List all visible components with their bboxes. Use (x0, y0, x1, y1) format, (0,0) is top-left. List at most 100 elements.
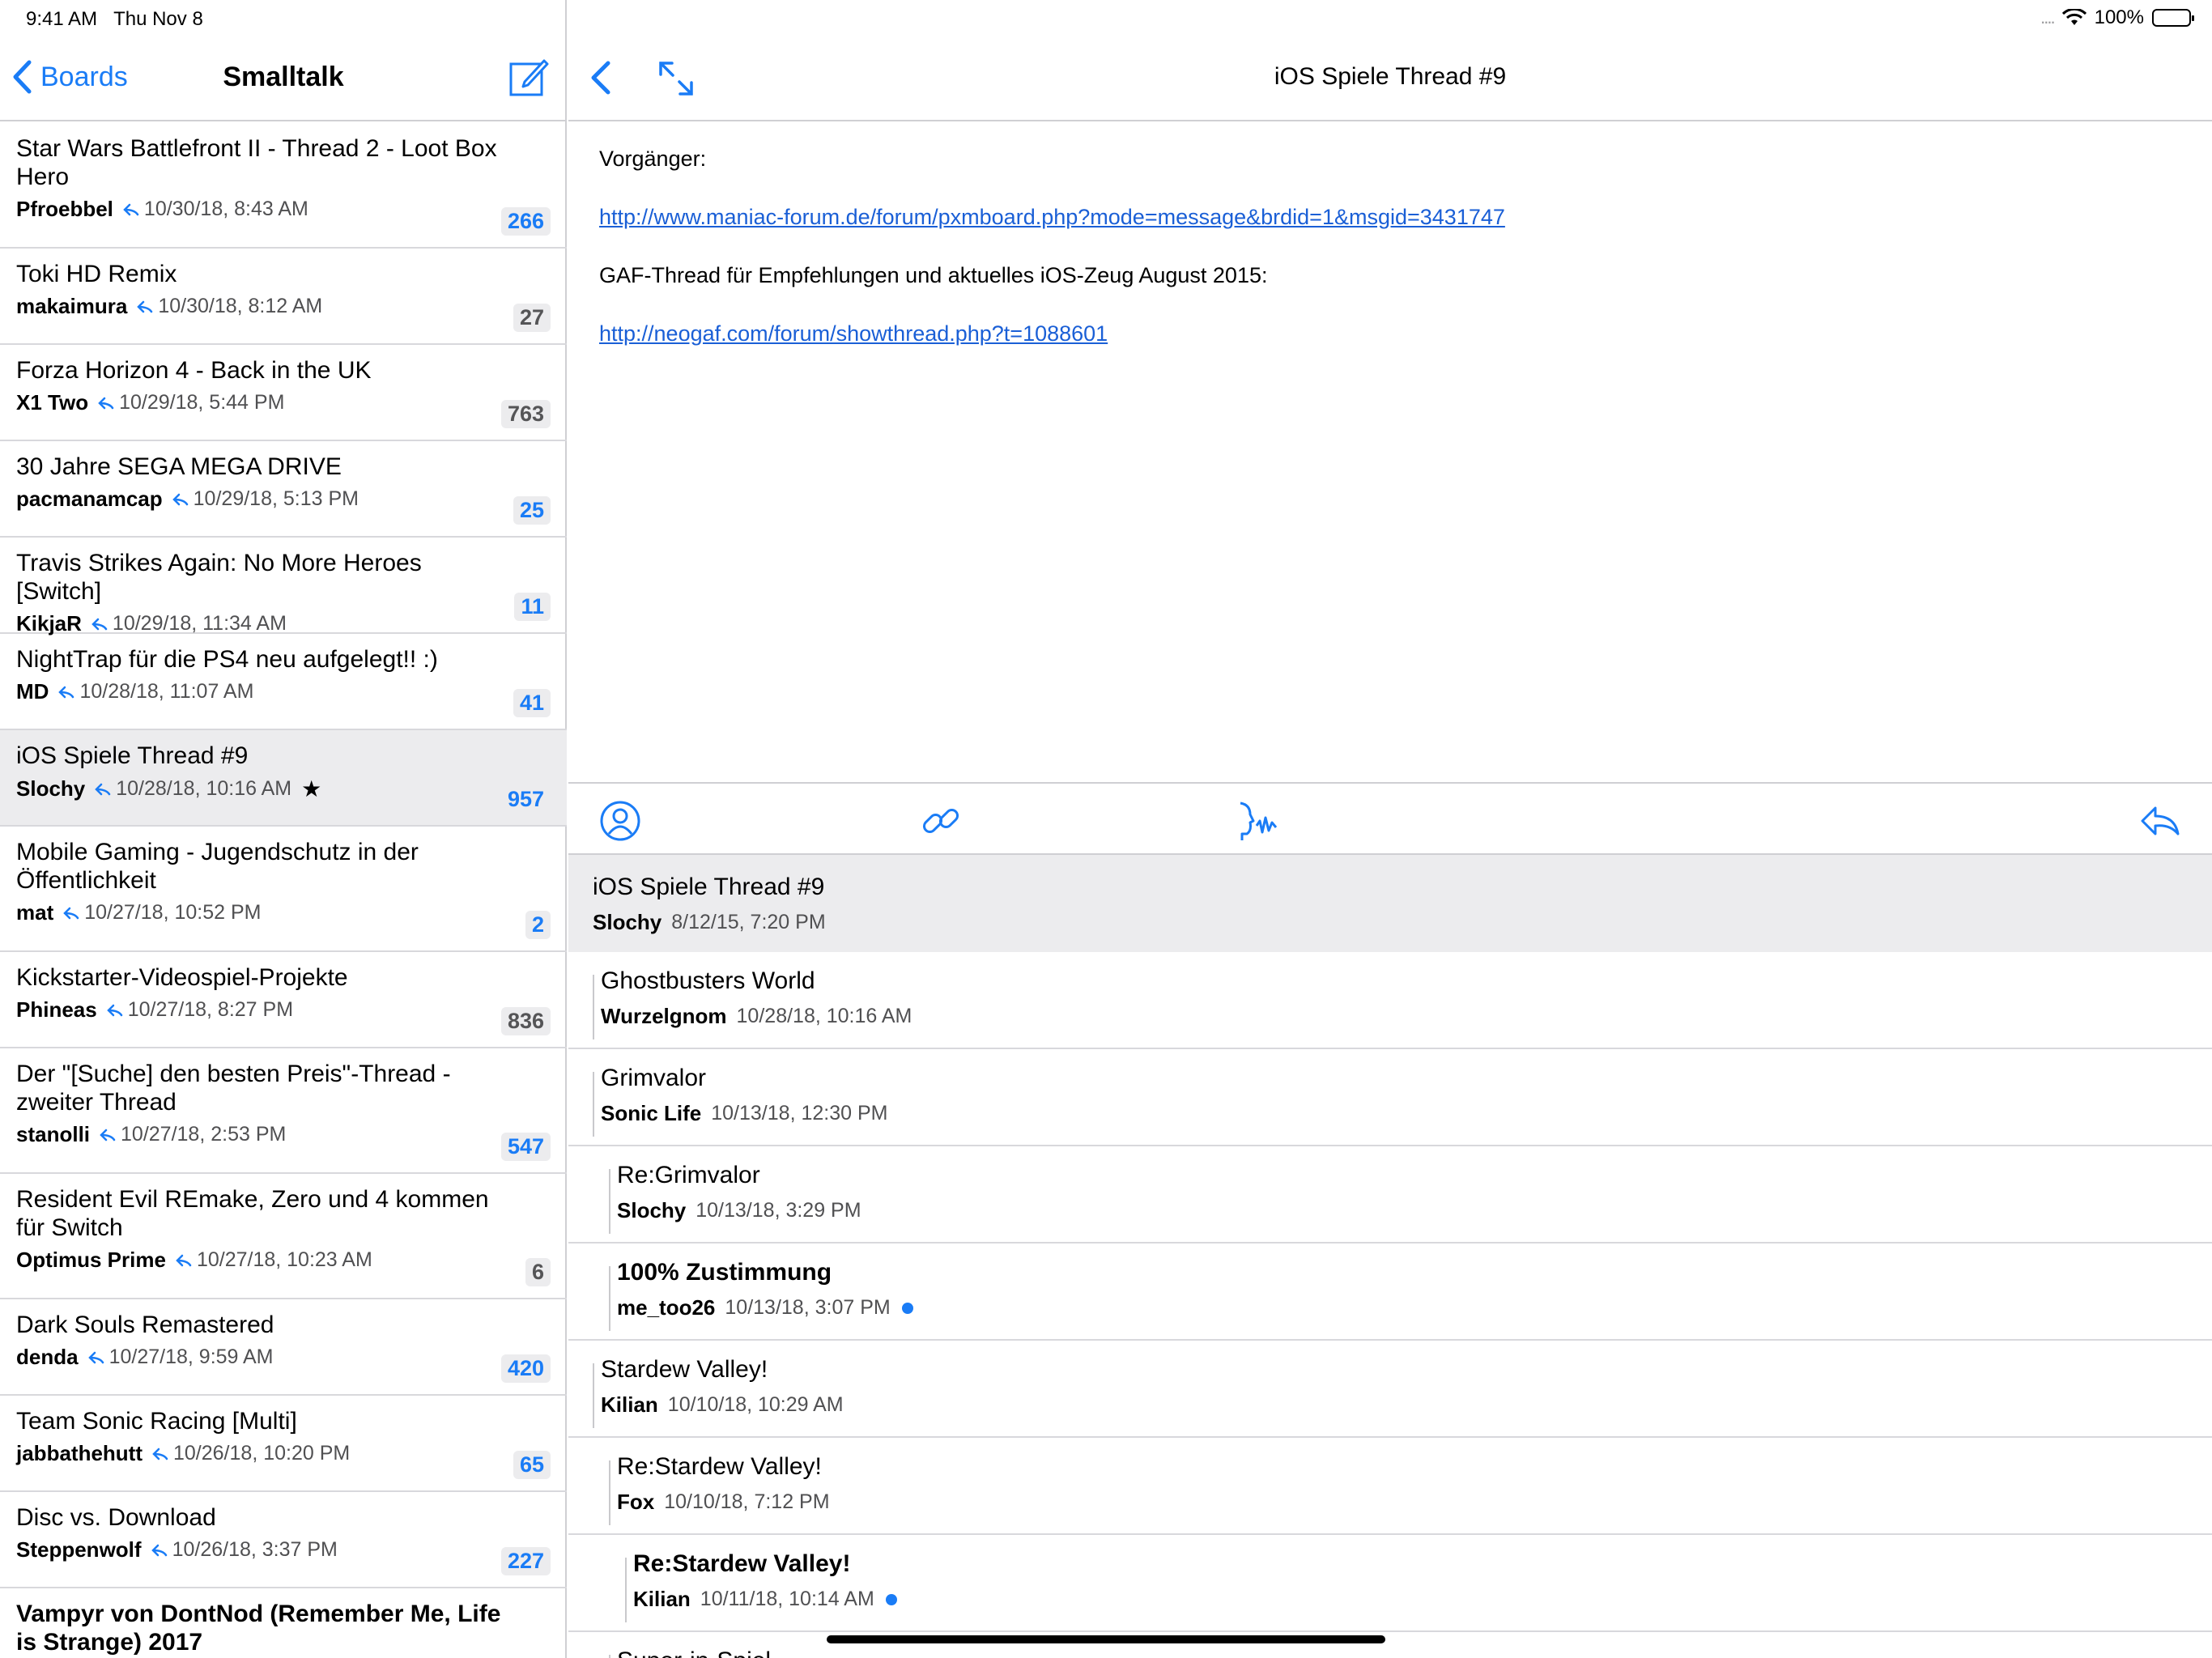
thread-meta: Optimus Prime 10/27/18, 10:23 AM (16, 1248, 551, 1273)
compose-icon[interactable] (508, 57, 549, 97)
thread-indent-line (609, 1169, 610, 1234)
thread-author: X1 Two (16, 390, 89, 414)
reply-author: Sonic Life (601, 1101, 702, 1125)
thread-meta: jabbathehutt 10/26/18, 10:20 PM (16, 1441, 551, 1466)
thread-sidebar: Boards Smalltalk Star Wars Battlefront I… (0, 0, 567, 1658)
thread-row[interactable]: Team Sonic Racing [Multi] jabbathehutt 1… (0, 1396, 567, 1492)
home-indicator[interactable] (827, 1635, 1385, 1643)
thread-row[interactable]: Dark Souls Remastered denda 10/27/18, 9:… (0, 1299, 567, 1396)
thread-row[interactable]: NightTrap für die PS4 neu aufgelegt!! :)… (0, 634, 567, 730)
message-link[interactable]: http://www.maniac-forum.de/forum/pxmboar… (599, 205, 1505, 229)
reply-arrow-icon (98, 397, 114, 409)
reply-title: Super-in-Spiel (617, 1647, 771, 1658)
thread-title: NightTrap für die PS4 neu aufgelegt!! :) (16, 646, 438, 673)
detail-title: iOS Spiele Thread #9 (1274, 63, 1507, 90)
root-author: Slochy (593, 910, 662, 934)
reply-arrow-icon (58, 686, 74, 698)
reply-icon[interactable] (2138, 798, 2183, 844)
thread-row[interactable]: Toki HD Remix makaimura 10/30/18, 8:12 A… (0, 249, 567, 345)
root-meta: Slochy 8/12/15, 7:20 PM (593, 910, 2212, 935)
thread-indent-line (609, 1655, 610, 1658)
thread-meta: Slochy 10/28/18, 10:16 AM ★ (16, 776, 551, 802)
thread-row[interactable]: Kickstarter-Videospiel-Projekte Phineas … (0, 952, 567, 1048)
thread-row[interactable]: Star Wars Battlefront II - Thread 2 - Lo… (0, 123, 567, 249)
reply-arrow-icon (152, 1448, 168, 1460)
reply-count-badge: 25 (513, 496, 551, 525)
reply-row[interactable]: Re:Stardew Valley! Fox 10/10/18, 7:12 PM (568, 1438, 2212, 1535)
reply-date: 10/13/18, 3:07 PM (725, 1296, 891, 1319)
reply-count-badge: 6 (525, 1258, 551, 1286)
reply-arrow-icon (106, 1004, 122, 1016)
thread-date: 10/26/18, 10:20 PM (173, 1442, 351, 1465)
thread-row[interactable]: 30 Jahre SEGA MEGA DRIVE pacmanamcap 10/… (0, 441, 567, 538)
reply-row[interactable]: Re:Grimvalor Slochy 10/13/18, 3:29 PM (568, 1146, 2212, 1244)
thread-title: Toki HD Remix (16, 261, 177, 287)
thread-root-message[interactable]: iOS Spiele Thread #9 Slochy 8/12/15, 7:2… (568, 855, 2212, 952)
thread-author: mat (16, 900, 54, 925)
thread-meta: mat 10/27/18, 10:52 PM (16, 900, 551, 925)
reply-arrow-icon (176, 1254, 192, 1266)
thread-title: Team Sonic Racing [Multi] (16, 1408, 297, 1435)
thread-row[interactable]: iOS Spiele Thread #9 Slochy 10/28/18, 10… (0, 730, 567, 827)
thread-row[interactable]: Travis Strikes Again: No More Heroes [Sw… (0, 538, 567, 636)
thread-title: Der "[Suche] den besten Preis"-Thread - … (16, 1061, 451, 1116)
reply-arrow-icon (95, 783, 111, 795)
thread-meta: Pfroebbel 10/30/18, 8:43 AM (16, 197, 551, 222)
reply-arrow-icon (123, 203, 139, 215)
reply-title: Ghostbusters World (601, 967, 815, 994)
reply-date: 10/28/18, 10:16 AM (736, 1005, 912, 1027)
message-text: GAF-Thread für Empfehlungen und aktuelle… (599, 263, 1268, 287)
reply-arrow-icon (151, 1544, 167, 1556)
thread-title: Resident Evil REmake, Zero und 4 kommen … (16, 1186, 489, 1241)
thread-row[interactable]: Der "[Suche] den besten Preis"-Thread - … (0, 1048, 567, 1174)
reply-row[interactable]: Re:Stardew Valley! Kilian 10/11/18, 10:1… (568, 1535, 2212, 1632)
thread-row[interactable]: Mobile Gaming - Jugendschutz in der Öffe… (0, 827, 567, 952)
thread-title: Disc vs. Download (16, 1504, 216, 1531)
root-date: 8/12/15, 7:20 PM (671, 911, 826, 933)
thread-date: 10/27/18, 9:59 AM (108, 1346, 274, 1368)
thread-title: 30 Jahre SEGA MEGA DRIVE (16, 453, 342, 480)
reply-row[interactable]: 100% Zustimmung me_too26 10/13/18, 3:07 … (568, 1244, 2212, 1341)
reply-arrow-icon (172, 493, 188, 505)
thread-date: 10/27/18, 10:52 PM (84, 901, 262, 924)
message-link[interactable]: http://neogaf.com/forum/showthread.php?t… (599, 321, 1108, 346)
reply-count-badge: 266 (500, 207, 551, 236)
reply-author: Fox (617, 1490, 655, 1514)
reply-row[interactable]: Ghostbusters World Wurzelgnom 10/28/18, … (568, 952, 2212, 1049)
thread-date: 10/27/18, 8:27 PM (127, 998, 294, 1021)
thread-author: jabbathehutt (16, 1441, 143, 1465)
thread-row[interactable]: Resident Evil REmake, Zero und 4 kommen … (0, 1174, 567, 1299)
thread-date: 10/27/18, 10:23 AM (196, 1248, 372, 1271)
thread-detail: iOS Spiele Thread #9 Vorgänger: http://w… (568, 0, 2212, 1658)
thread-indent-line (593, 975, 594, 1039)
reply-row[interactable]: Grimvalor Sonic Life 10/13/18, 12:30 PM (568, 1049, 2212, 1146)
detail-navbar: iOS Spiele Thread #9 (568, 32, 2212, 121)
link-icon[interactable] (918, 798, 963, 844)
thread-author: Steppenwolf (16, 1537, 142, 1562)
thread-date: 10/28/18, 11:07 AM (79, 680, 254, 703)
thread-author: Pfroebbel (16, 197, 113, 221)
reply-author: Slochy (617, 1198, 687, 1222)
profile-icon[interactable] (598, 798, 643, 844)
reply-arrow-icon (87, 1351, 104, 1363)
thread-title: Kickstarter-Videospiel-Projekte (16, 964, 348, 991)
thread-row[interactable]: Forza Horizon 4 - Back in the UK X1 Two … (0, 345, 567, 441)
thread-author: Phineas (16, 997, 97, 1022)
reply-row[interactable]: Stardew Valley! Kilian 10/10/18, 10:29 A… (568, 1341, 2212, 1438)
thread-row[interactable]: Vampyr von DontNod (Remember Me, Life is… (0, 1588, 567, 1658)
thread-indent-line (593, 1363, 594, 1428)
thread-title: Vampyr von DontNod (Remember Me, Life is… (16, 1601, 501, 1656)
thread-title: Travis Strikes Again: No More Heroes [Sw… (16, 550, 422, 605)
thread-indent-line (625, 1558, 627, 1622)
reply-count-badge: 420 (500, 1354, 551, 1383)
speak-icon[interactable] (1236, 798, 1281, 844)
thread-row[interactable]: Disc vs. Download Steppenwolf 10/26/18, … (0, 1492, 567, 1588)
thread-author: makaimura (16, 294, 128, 318)
reply-count-badge: 65 (513, 1451, 551, 1479)
reply-count-badge: 836 (500, 1007, 551, 1035)
reply-arrow-icon (100, 1129, 116, 1141)
thread-date: 10/30/18, 8:43 AM (143, 198, 308, 220)
thread-title: iOS Spiele Thread #9 (16, 742, 249, 769)
reply-title: Re:Stardew Valley! (617, 1453, 822, 1480)
reply-row[interactable]: Super-in-Spiel (568, 1632, 2212, 1658)
